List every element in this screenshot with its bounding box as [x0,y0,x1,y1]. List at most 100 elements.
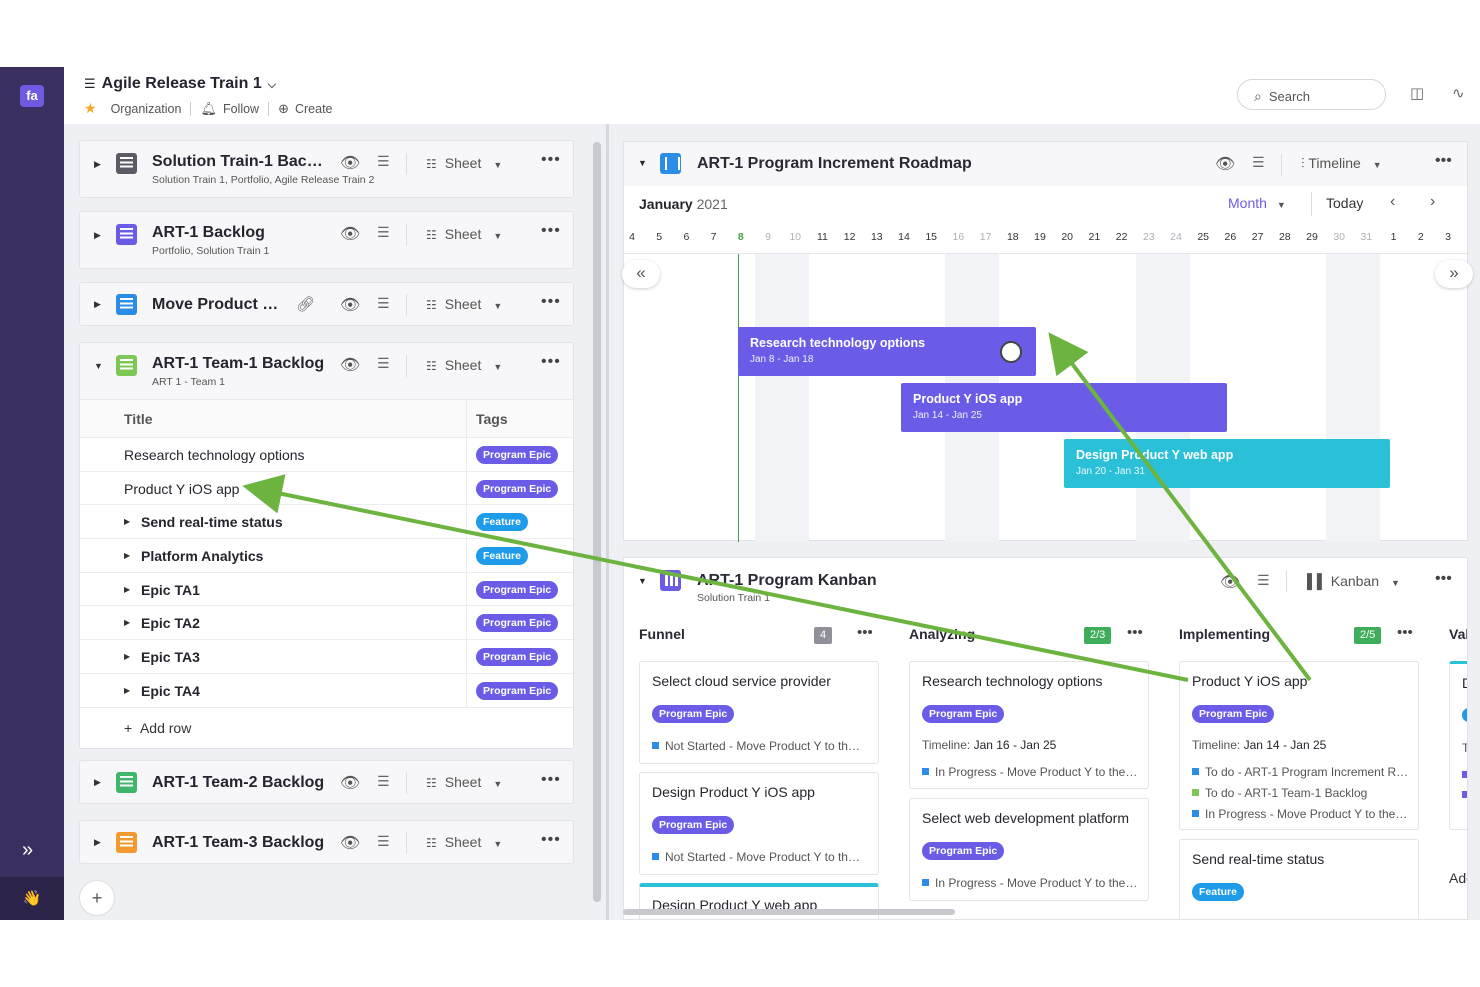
kanban-card[interactable]: D Ti [1449,661,1467,830]
more-icon[interactable]: ••• [541,353,561,371]
scroll-right-icon[interactable]: » [1435,260,1473,288]
timeline-bar[interactable]: Design Product Y web app Jan 20 - Jan 31 [1064,439,1390,488]
panel-title[interactable]: ART-1 Team-3 Backlog [152,834,324,852]
kanban-card[interactable]: Research technology options Program Epic… [909,661,1149,789]
eye-icon[interactable]: 👁︎ [1215,154,1235,174]
view-selector[interactable]: ☷ Sheet ▼ [426,296,502,312]
expand-triangle-icon[interactable]: ▶ [94,299,101,310]
add-card-button[interactable]: Add [1449,870,1467,886]
collapse-triangle-icon[interactable]: ▼ [94,361,103,371]
kanban-card[interactable]: Send real-time status Feature [1179,839,1419,919]
expand-triangle-icon[interactable]: ▶ [94,777,101,788]
eye-icon[interactable]: 👁︎ [340,355,360,375]
more-icon[interactable]: ••• [541,293,561,311]
expand-triangle-icon[interactable]: ▶ [124,585,130,594]
panel-title[interactable]: ART-1 Backlog [152,224,265,242]
eye-icon[interactable]: 👁︎ [340,773,360,793]
link-icon[interactable]: 🔗︎ [296,295,315,313]
left-scrollbar[interactable] [593,142,601,902]
view-selector[interactable]: ☷ Sheet ▼ [426,155,502,171]
filter-icon[interactable]: ☰ [1257,572,1270,589]
scroll-left-icon[interactable]: « [622,260,660,288]
view-selector[interactable]: ▌▌ Kanban ▼ [1307,573,1400,589]
create-button[interactable]: Create [295,102,333,116]
table-row[interactable]: ▶ Send real-time status Feature [80,505,573,540]
kanban-card[interactable]: Select cloud service provider Program Ep… [639,661,879,764]
filter-icon[interactable]: ☰ [377,355,390,372]
column-header-tags[interactable]: Tags [476,411,508,427]
more-icon[interactable]: ••• [541,831,561,849]
kanban-scrollbar[interactable] [623,909,955,915]
timeline-bar[interactable]: Product Y iOS app Jan 14 - Jan 25 [901,383,1227,432]
workspace-title[interactable]: ☰ Agile Release Train 1 ⌵ [84,75,276,93]
table-row[interactable]: ▶ Epic TA1 Program Epic [80,572,573,607]
kanban-card[interactable]: Select web development platform Program … [909,798,1149,901]
scale-selector[interactable]: Month ▼ [1228,195,1286,211]
table-row[interactable]: ▶ Platform Analytics Feature [80,539,573,573]
eye-icon[interactable]: 👁︎ [340,153,360,173]
view-selector[interactable]: ☷ Sheet ▼ [426,357,502,373]
table-row[interactable]: ▶ Epic TA3 Program Epic [80,640,573,674]
table-row[interactable]: ▶ Epic TA2 Program Epic [80,606,573,641]
user-avatar-icon[interactable]: 👋 [0,877,64,920]
expand-sidebar-icon[interactable]: » [22,839,33,862]
filter-icon[interactable]: ☰ [377,833,390,850]
table-row[interactable]: ▶ Epic TA4 Program Epic [80,673,573,708]
menu-icon[interactable]: ☰ [84,76,96,91]
expand-triangle-icon[interactable]: ▶ [94,837,101,848]
more-icon[interactable]: ••• [1435,152,1452,170]
app-logo-icon[interactable]: fa [20,85,44,107]
table-row[interactable]: Product Y iOS app Program Epic [80,471,573,506]
follow-button[interactable]: Follow [223,102,259,116]
roadmap-title[interactable]: ART-1 Program Increment Roadmap [697,155,972,173]
expand-triangle-icon[interactable]: ▶ [124,517,130,526]
panel-title[interactable]: Move Product … [152,296,278,314]
eye-icon[interactable]: 👁︎ [340,295,360,315]
kanban-card[interactable]: Product Y iOS app Program Epic Timeline:… [1179,661,1419,830]
add-row-button[interactable]: + Add row [80,708,573,748]
collapse-triangle-icon[interactable]: ▼ [638,576,647,586]
next-icon[interactable]: › [1430,193,1435,211]
add-panel-button[interactable]: + [79,880,115,916]
organization-link[interactable]: Organization [111,102,182,116]
view-selector[interactable]: ☷ Sheet ▼ [426,774,502,790]
expand-triangle-icon[interactable]: ▶ [124,686,130,695]
pane-splitter[interactable] [606,124,609,920]
filter-icon[interactable]: ☰ [377,224,390,241]
expand-triangle-icon[interactable]: ▶ [94,159,101,170]
view-selector[interactable]: ☷ Sheet ▼ [426,834,502,850]
timeline-bar[interactable]: Research technology options Jan 8 - Jan … [738,327,1036,376]
chevron-down-icon[interactable]: ⌵ [268,79,276,91]
panel-title[interactable]: ART-1 Team-1 Backlog [152,355,324,373]
view-selector[interactable]: ☷ Sheet ▼ [426,226,502,242]
collapse-triangle-icon[interactable]: ▼ [638,158,647,168]
filter-icon[interactable]: ☰ [377,153,390,170]
star-icon[interactable]: ★ [84,100,97,117]
today-button[interactable]: Today [1326,195,1363,211]
assignee-avatar[interactable] [1000,341,1022,363]
eye-icon[interactable]: 👁︎ [340,224,360,244]
eye-icon[interactable]: 👁︎ [1220,572,1240,592]
search-input[interactable]: ⌕ Search [1237,79,1386,110]
kanban-card[interactable]: Design Product Y iOS app Program Epic No… [639,772,879,875]
panel-title[interactable]: Solution Train-1 Bac… [152,153,323,171]
split-view-icon[interactable]: ◫ [1410,84,1424,102]
panel-title[interactable]: ART-1 Team-2 Backlog [152,774,324,792]
column-header-title[interactable]: Title [124,411,153,427]
filter-icon[interactable]: ☰ [377,295,390,312]
kanban-title[interactable]: ART-1 Program Kanban [697,572,877,590]
eye-icon[interactable]: 👁︎ [340,833,360,853]
filter-icon[interactable]: ☰ [377,773,390,790]
expand-triangle-icon[interactable]: ▶ [124,618,130,627]
activity-icon[interactable]: ∿ [1452,84,1465,102]
view-selector[interactable]: ⫶ Timeline ▼ [1301,155,1382,172]
more-icon[interactable]: ••• [541,222,561,240]
more-icon[interactable]: ••• [1127,624,1143,641]
more-icon[interactable]: ••• [1435,570,1452,588]
more-icon[interactable]: ••• [541,151,561,169]
more-icon[interactable]: ••• [1397,624,1413,641]
prev-icon[interactable]: ‹ [1390,193,1395,211]
expand-triangle-icon[interactable]: ▶ [124,551,130,560]
filter-icon[interactable]: ☰ [1252,154,1265,171]
expand-triangle-icon[interactable]: ▶ [124,652,130,661]
